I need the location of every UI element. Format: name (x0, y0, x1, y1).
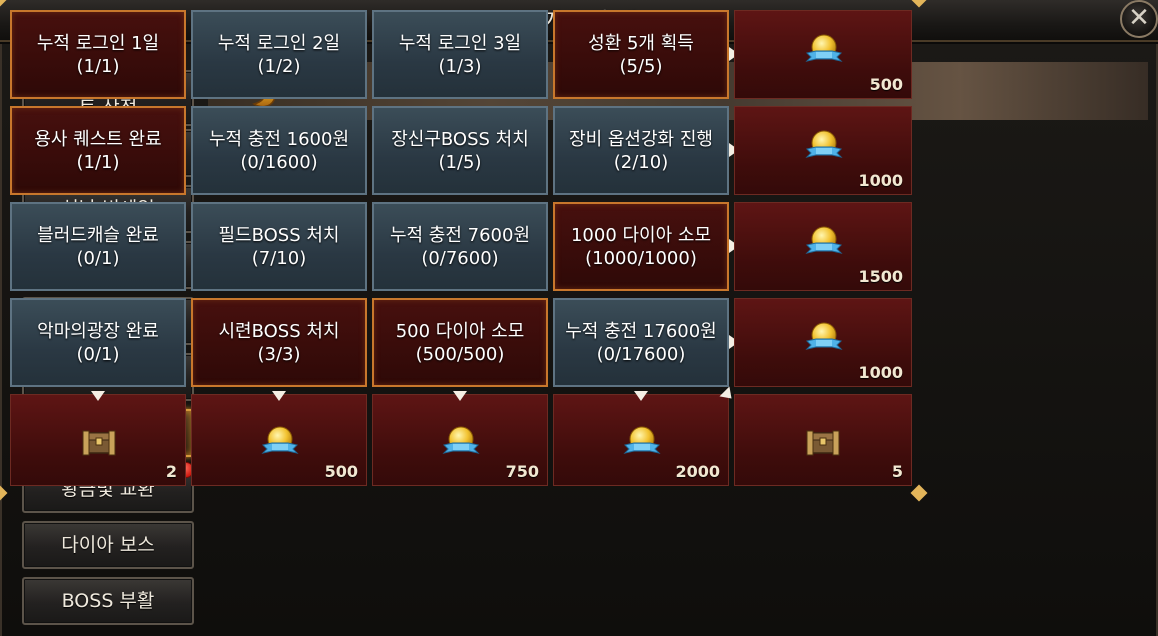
quest-progress: (0/1600) (240, 151, 318, 173)
sidebar-item-label: BOSS 부활 (61, 589, 155, 612)
bingo-cell[interactable]: 1000 다이아 소모 (1000/1000) (553, 202, 729, 291)
quest-progress: (5/5) (619, 55, 663, 77)
bingo-cell[interactable]: 누적 로그인 3일 (1/3) (372, 10, 548, 99)
quest-title: 누적 충전 17600원 (565, 320, 717, 342)
bingo-cell[interactable]: 용사 퀘스트 완료 (1/1) (10, 106, 186, 195)
quest-progress: (0/17600) (596, 343, 686, 365)
treasure-chest-icon (806, 430, 840, 456)
bingo-cell[interactable]: 장비 옵션강화 진행 (2/10) (553, 106, 729, 195)
quest-title: 시련BOSS 처치 (218, 320, 340, 342)
column-arrow-icon (453, 391, 467, 401)
column-arrow-icon (272, 391, 286, 401)
bingo-cell[interactable]: 누적 로그인 1일 (1/1) (10, 10, 186, 99)
quest-title: 누적 로그인 1일 (36, 32, 160, 54)
row-reward[interactable]: 1000 (734, 106, 912, 195)
reward-amount: 1000 (858, 363, 903, 382)
reward-amount: 500 (869, 75, 903, 94)
quest-title: 1000 다이아 소모 (570, 224, 712, 246)
quest-title: 블러드캐슬 완료 (37, 224, 159, 246)
bingo-cell[interactable]: 악마의광장 완료 (0/1) (10, 298, 186, 387)
reward-amount: 5 (891, 462, 903, 481)
column-reward[interactable]: 750 (372, 394, 548, 486)
quest-progress: (1/5) (438, 151, 482, 173)
column-reward[interactable]: 2 (10, 394, 186, 486)
quest-progress: (0/1) (76, 247, 120, 269)
reward-amount: 1000 (858, 171, 903, 190)
quest-title: 누적 로그인 2일 (217, 32, 341, 54)
reward-amount: 500 (324, 462, 358, 481)
column-reward[interactable]: 2000 (553, 394, 729, 486)
bingo-cell[interactable]: 누적 충전 7600원 (0/7600) (372, 202, 548, 291)
gold-coin-icon (805, 226, 843, 254)
gold-coin-icon (805, 130, 843, 158)
column-reward[interactable]: 500 (191, 394, 367, 486)
quest-progress: (2/10) (613, 151, 669, 173)
bingo-cell[interactable]: 블러드캐슬 완료 (0/1) (10, 202, 186, 291)
quest-progress: (500/500) (415, 343, 505, 365)
bingo-cell[interactable]: 누적 충전 1600원 (0/1600) (191, 106, 367, 195)
bingo-cell[interactable]: 누적 충전 17600원 (0/17600) (553, 298, 729, 387)
quest-title: 500 다이아 소모 (395, 320, 525, 342)
quest-title: 누적 충전 7600원 (389, 224, 531, 246)
row-reward[interactable]: 1000 (734, 298, 912, 387)
quest-title: 성환 5개 획득 (588, 32, 694, 54)
quest-title: 장신구BOSS 처치 (391, 128, 529, 150)
quest-progress: (1/3) (438, 55, 482, 77)
bingo-cell[interactable]: 시련BOSS 처치 (3/3) (191, 298, 367, 387)
quest-progress: (1/1) (76, 55, 120, 77)
quest-title: 누적 로그인 3일 (398, 32, 522, 54)
column-reward[interactable]: 5 (734, 394, 912, 486)
treasure-chest-icon (82, 430, 116, 456)
quest-title: 용사 퀘스트 완료 (34, 128, 162, 150)
quest-title: 필드BOSS 처치 (218, 224, 340, 246)
reward-amount: 2 (165, 462, 177, 481)
bingo-cell[interactable]: 장신구BOSS 처치 (1/5) (372, 106, 548, 195)
gold-coin-icon (442, 426, 480, 454)
quest-title: 장비 옵션강화 진행 (569, 128, 713, 150)
quest-title: 악마의광장 완료 (37, 320, 159, 342)
column-arrow-icon (91, 391, 105, 401)
bingo-cell[interactable]: 누적 로그인 2일 (1/2) (191, 10, 367, 99)
column-arrow-icon (634, 391, 648, 401)
quest-progress: (1/2) (257, 55, 301, 77)
reward-amount: 750 (505, 462, 539, 481)
bingo-cell[interactable]: 성환 5개 획득 (5/5) (553, 10, 729, 99)
reward-amount: 1500 (858, 267, 903, 286)
sidebar-item-label: 다이아 보스 (61, 533, 155, 556)
quest-progress: (0/1) (76, 343, 120, 365)
gold-coin-icon (261, 426, 299, 454)
gold-coin-icon (805, 322, 843, 350)
gold-coin-icon (805, 34, 843, 62)
sidebar-item-10[interactable]: BOSS 부활 (22, 577, 194, 625)
close-icon: ✕ (1128, 3, 1150, 33)
close-button[interactable]: ✕ (1120, 0, 1158, 38)
quest-progress: (1/1) (76, 151, 120, 173)
row-reward[interactable]: 1500 (734, 202, 912, 291)
quest-progress: (1000/1000) (585, 247, 697, 269)
quest-progress: (0/7600) (421, 247, 499, 269)
quest-title: 누적 충전 1600원 (208, 128, 350, 150)
row-reward[interactable]: 500 (734, 10, 912, 99)
sidebar-item-9[interactable]: 다이아 보스 (22, 521, 194, 569)
reward-amount: 2000 (675, 462, 720, 481)
quest-progress: (3/3) (257, 343, 301, 365)
bingo-cell[interactable]: 500 다이아 소모 (500/500) (372, 298, 548, 387)
quest-progress: (7/10) (251, 247, 307, 269)
gold-coin-icon (623, 426, 661, 454)
bingo-cell[interactable]: 필드BOSS 처치 (7/10) (191, 202, 367, 291)
